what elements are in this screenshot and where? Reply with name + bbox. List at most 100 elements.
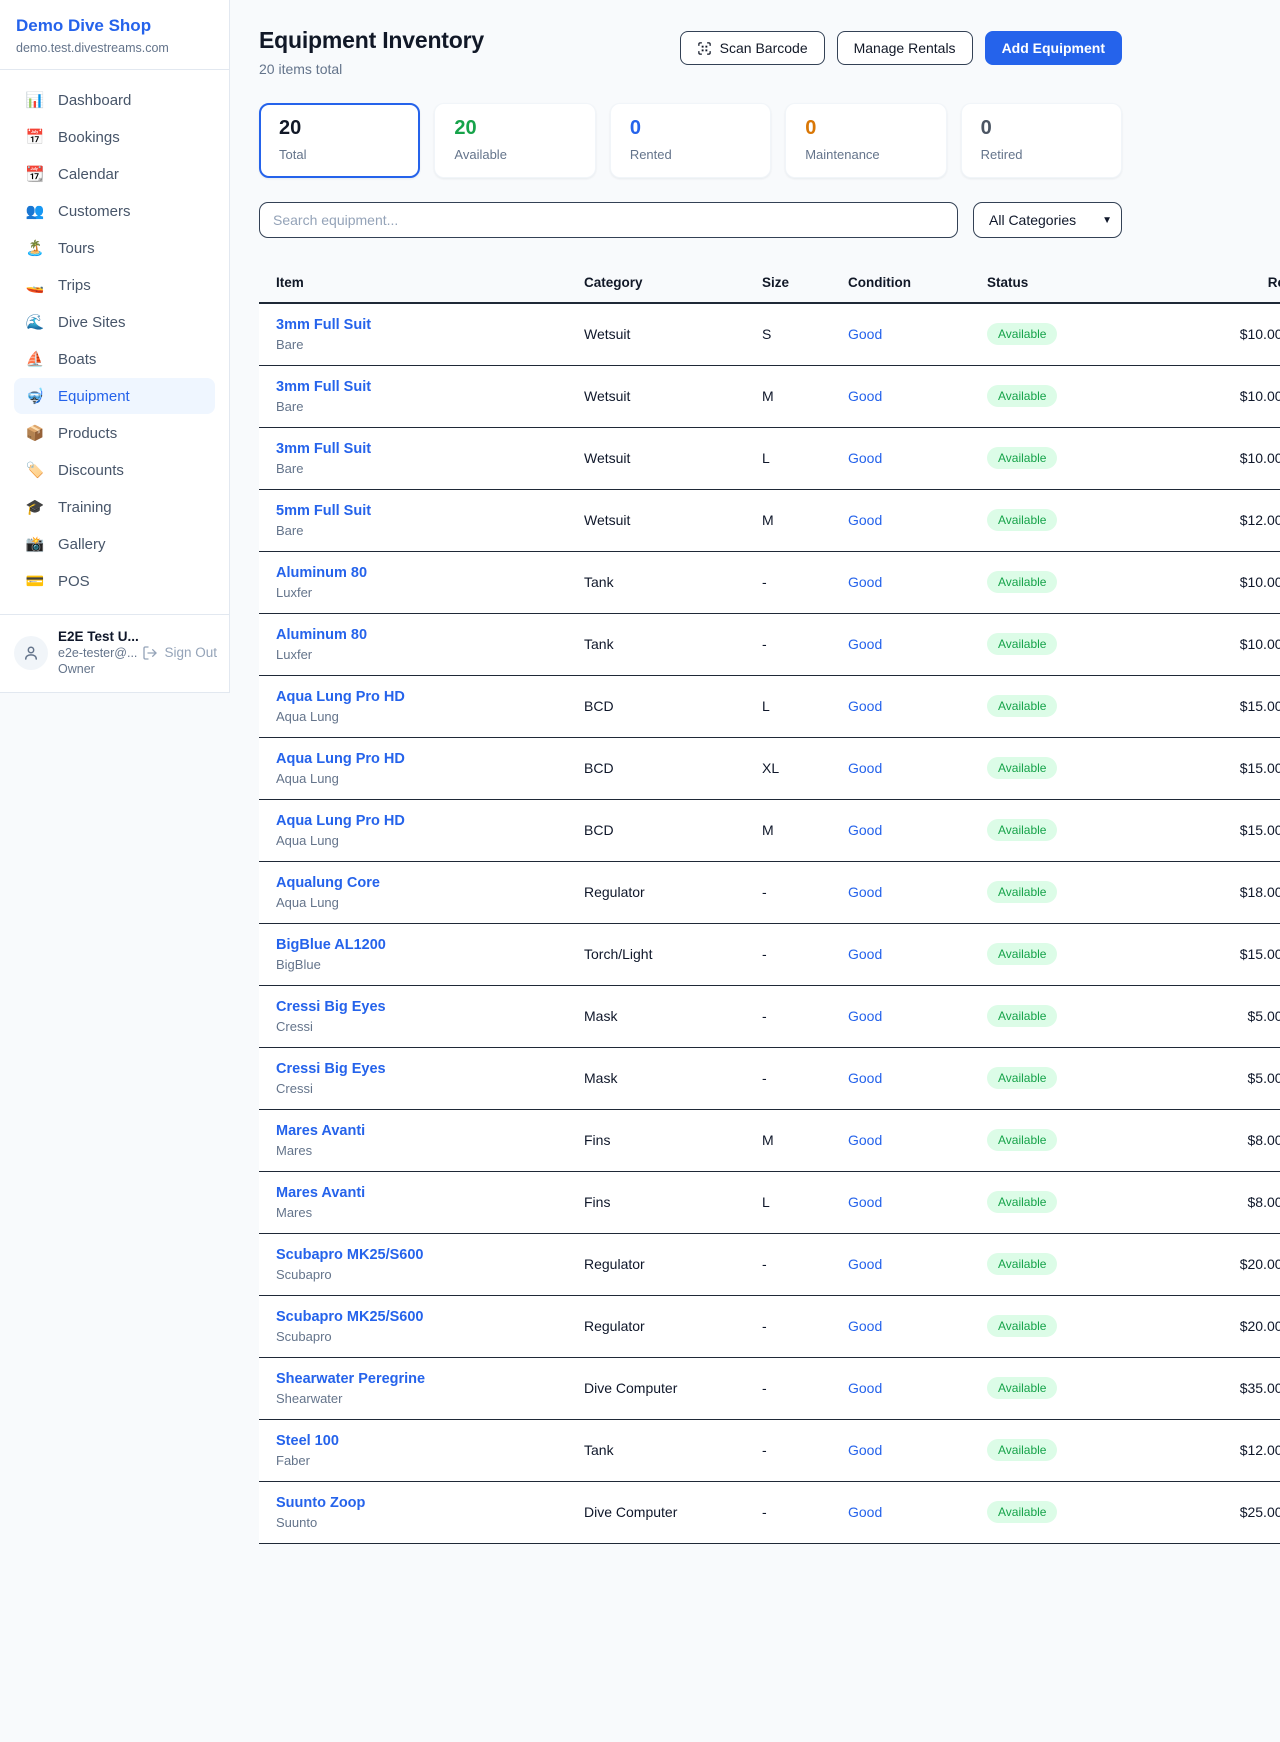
sign-out-button[interactable]: Sign Out xyxy=(142,645,217,661)
column-header-size: Size xyxy=(762,262,848,303)
category-cell: Mask xyxy=(584,985,762,1047)
sidebar-item-bookings[interactable]: 📅 Bookings xyxy=(14,119,215,155)
item-link[interactable]: Scubapro MK25/S600 xyxy=(276,1247,584,1263)
item-link[interactable]: Cressi Big Eyes xyxy=(276,999,584,1015)
rental-cell: $15.00/day xyxy=(1199,675,1280,737)
item-link[interactable]: Aqua Lung Pro HD xyxy=(276,689,584,705)
sidebar-item-dashboard[interactable]: 📊 Dashboard xyxy=(14,82,215,118)
nav-icon: 📆 xyxy=(25,165,45,183)
size-cell: - xyxy=(762,861,848,923)
condition-link[interactable]: Good xyxy=(848,1442,882,1458)
status-badge: Available xyxy=(987,943,1057,965)
condition-link[interactable]: Good xyxy=(848,512,882,528)
item-brand: Cressi xyxy=(276,1081,584,1096)
rental-cell: $15.00/day xyxy=(1199,737,1280,799)
nav-icon: ⛵ xyxy=(25,350,45,368)
item-link[interactable]: 5mm Full Suit xyxy=(276,503,584,519)
stat-card-retired[interactable]: 0 Retired xyxy=(961,103,1122,178)
item-link[interactable]: Steel 100 xyxy=(276,1433,584,1449)
stat-card-available[interactable]: 20 Available xyxy=(434,103,595,178)
item-brand: Shearwater xyxy=(276,1391,584,1406)
column-header-condition: Condition xyxy=(848,262,987,303)
rental-cell: $12.00/day xyxy=(1199,1419,1280,1481)
item-link[interactable]: Cressi Big Eyes xyxy=(276,1061,584,1077)
stat-card-rented[interactable]: 0 Rented xyxy=(610,103,771,178)
stat-card-total[interactable]: 20 Total xyxy=(259,103,420,178)
sidebar-item-equipment[interactable]: 🤿 Equipment xyxy=(14,378,215,414)
condition-link[interactable]: Good xyxy=(848,1380,882,1396)
sidebar-item-trips[interactable]: 🚤 Trips xyxy=(14,267,215,303)
condition-link[interactable]: Good xyxy=(848,946,882,962)
nav-icon: 📊 xyxy=(25,91,45,109)
nav-icon: 🤿 xyxy=(25,387,45,405)
sidebar-item-training[interactable]: 🎓 Training xyxy=(14,489,215,525)
condition-link[interactable]: Good xyxy=(848,1132,882,1148)
sidebar-item-discounts[interactable]: 🏷️ Discounts xyxy=(14,452,215,488)
search-input[interactable] xyxy=(259,202,958,238)
condition-link[interactable]: Good xyxy=(848,450,882,466)
item-brand: Mares xyxy=(276,1205,584,1220)
nav-icon: 🏝️ xyxy=(25,239,45,257)
condition-link[interactable]: Good xyxy=(848,1070,882,1086)
status-badge: Available xyxy=(987,1129,1057,1151)
condition-link[interactable]: Good xyxy=(848,1318,882,1334)
item-link[interactable]: 3mm Full Suit xyxy=(276,379,584,395)
item-link[interactable]: Mares Avanti xyxy=(276,1123,584,1139)
item-link[interactable]: Suunto Zoop xyxy=(276,1495,584,1511)
sidebar-item-products[interactable]: 📦 Products xyxy=(14,415,215,451)
condition-link[interactable]: Good xyxy=(848,574,882,590)
rental-cell: $15.00/day xyxy=(1199,799,1280,861)
table-row-mares-avanti: Mares Avanti Mares Fins M Good Available… xyxy=(259,1109,1280,1171)
item-link[interactable]: Aluminum 80 xyxy=(276,565,584,581)
condition-link[interactable]: Good xyxy=(848,1504,882,1520)
status-badge: Available xyxy=(987,1191,1057,1213)
item-link[interactable]: Mares Avanti xyxy=(276,1185,584,1201)
size-cell: L xyxy=(762,1171,848,1233)
item-link[interactable]: Aqua Lung Pro HD xyxy=(276,751,584,767)
nav-label: Gallery xyxy=(58,536,106,553)
scan-barcode-button[interactable]: Scan Barcode xyxy=(680,31,825,65)
condition-link[interactable]: Good xyxy=(848,636,882,652)
stat-value: 0 xyxy=(630,117,751,140)
rental-cell: $15.00/day xyxy=(1199,923,1280,985)
main-content: Equipment Inventory 20 items total Scan … xyxy=(259,0,1122,1544)
item-link[interactable]: 3mm Full Suit xyxy=(276,317,584,333)
condition-link[interactable]: Good xyxy=(848,1008,882,1024)
item-link[interactable]: 3mm Full Suit xyxy=(276,441,584,457)
condition-link[interactable]: Good xyxy=(848,760,882,776)
page-header: Equipment Inventory 20 items total Scan … xyxy=(259,27,1122,77)
item-brand: Aqua Lung xyxy=(276,771,584,786)
table-row-suunto-zoop: Suunto Zoop Suunto Dive Computer - Good … xyxy=(259,1481,1280,1543)
avatar xyxy=(14,636,48,670)
sidebar-item-calendar[interactable]: 📆 Calendar xyxy=(14,156,215,192)
sidebar-item-customers[interactable]: 👥 Customers xyxy=(14,193,215,229)
condition-link[interactable]: Good xyxy=(848,884,882,900)
sidebar-item-pos[interactable]: 💳 POS xyxy=(14,563,215,599)
item-link[interactable]: Scubapro MK25/S600 xyxy=(276,1309,584,1325)
sidebar-item-dive-sites[interactable]: 🌊 Dive Sites xyxy=(14,304,215,340)
item-link[interactable]: Shearwater Peregrine xyxy=(276,1371,584,1387)
stat-card-maintenance[interactable]: 0 Maintenance xyxy=(785,103,946,178)
item-link[interactable]: Aqualung Core xyxy=(276,875,584,891)
item-link[interactable]: Aqua Lung Pro HD xyxy=(276,813,584,829)
add-equipment-button[interactable]: Add Equipment xyxy=(985,31,1122,65)
manage-rentals-button[interactable]: Manage Rentals xyxy=(837,31,973,65)
user-role: Owner xyxy=(58,662,132,676)
sidebar-item-gallery[interactable]: 📸 Gallery xyxy=(14,526,215,562)
condition-link[interactable]: Good xyxy=(848,1194,882,1210)
sidebar-item-tours[interactable]: 🏝️ Tours xyxy=(14,230,215,266)
table-header: Item Category Size Condition Status Rent… xyxy=(259,262,1280,303)
nav-label: Discounts xyxy=(58,462,124,479)
condition-link[interactable]: Good xyxy=(848,822,882,838)
item-link[interactable]: BigBlue AL1200 xyxy=(276,937,584,953)
condition-link[interactable]: Good xyxy=(848,1256,882,1272)
category-select[interactable]: All Categories ▼ xyxy=(973,202,1122,238)
stat-label: Available xyxy=(454,147,575,162)
item-brand: Aqua Lung xyxy=(276,833,584,848)
sidebar-item-boats[interactable]: ⛵ Boats xyxy=(14,341,215,377)
stat-label: Maintenance xyxy=(805,147,926,162)
item-link[interactable]: Aluminum 80 xyxy=(276,627,584,643)
condition-link[interactable]: Good xyxy=(848,326,882,342)
condition-link[interactable]: Good xyxy=(848,388,882,404)
condition-link[interactable]: Good xyxy=(848,698,882,714)
